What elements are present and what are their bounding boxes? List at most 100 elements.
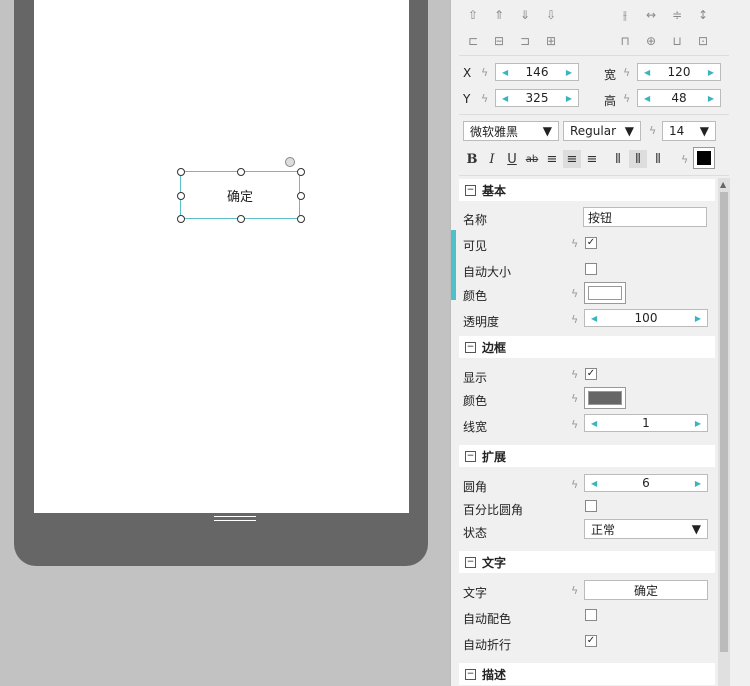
width-equal-icon[interactable]: ↔ bbox=[641, 5, 661, 25]
arrow-up-icon[interactable]: ⇑ bbox=[489, 5, 509, 25]
text-color-swatch[interactable] bbox=[693, 147, 715, 169]
section-text-header[interactable]: − 文字 bbox=[459, 551, 715, 573]
align-middle-icon[interactable]: ⊕ bbox=[641, 31, 661, 51]
move-up-icon[interactable]: ⇧ bbox=[463, 5, 483, 25]
resize-handle[interactable] bbox=[237, 168, 245, 176]
phone-screen[interactable] bbox=[34, 0, 409, 513]
valign-top-icon[interactable]: ⦀ bbox=[609, 150, 627, 168]
align-left-icon[interactable]: ⊏ bbox=[463, 31, 483, 51]
font-weight-select[interactable]: Regular ▼ bbox=[563, 121, 641, 141]
resize-handle[interactable] bbox=[177, 215, 185, 223]
font-size-select[interactable]: 14 ▼ bbox=[662, 121, 716, 141]
canvas-button-widget[interactable]: 确定 bbox=[180, 171, 300, 219]
arrow-left-icon[interactable]: ◀ bbox=[496, 68, 514, 77]
font-family-select[interactable]: 微软雅黑 ▼ bbox=[463, 121, 559, 141]
align-text-right-icon[interactable]: ≡ bbox=[583, 150, 601, 168]
autocolor-checkbox[interactable] bbox=[585, 609, 597, 621]
align-stack-icon[interactable]: ⊡ bbox=[693, 31, 713, 51]
bolt-icon[interactable]: ϟ bbox=[623, 66, 630, 79]
rotate-handle-icon[interactable] bbox=[285, 157, 295, 167]
arrow-left-icon[interactable]: ◀ bbox=[585, 419, 603, 428]
x-spinner[interactable]: ◀ 146 ▶ bbox=[495, 63, 579, 81]
align-center-h-icon[interactable]: ⊟ bbox=[489, 31, 509, 51]
arrow-left-icon[interactable]: ◀ bbox=[638, 68, 656, 77]
arrow-left-icon[interactable]: ◀ bbox=[496, 94, 514, 103]
border-color-swatch[interactable] bbox=[584, 387, 626, 409]
section-basic-header[interactable]: − 基本 bbox=[459, 179, 715, 201]
wrap-checkbox[interactable]: ✓ bbox=[585, 635, 597, 647]
radius-spinner[interactable]: ◀ 6 ▶ bbox=[584, 474, 708, 492]
opacity-spinner[interactable]: ◀ 100 ▶ bbox=[584, 309, 708, 327]
section-extend-header[interactable]: − 扩展 bbox=[459, 445, 715, 467]
bolt-icon[interactable]: ϟ bbox=[481, 92, 488, 105]
bolt-icon[interactable]: ϟ bbox=[649, 124, 656, 137]
arrow-left-icon[interactable]: ◀ bbox=[638, 94, 656, 103]
collapse-icon[interactable]: − bbox=[465, 450, 476, 462]
align-grid-icon[interactable]: ⊞ bbox=[541, 31, 561, 51]
arrow-left-icon[interactable]: ◀ bbox=[585, 479, 603, 488]
y-spinner[interactable]: ◀ 325 ▶ bbox=[495, 89, 579, 107]
autosize-checkbox[interactable] bbox=[585, 263, 597, 275]
distribute-h-icon[interactable]: ⫲ bbox=[615, 5, 635, 25]
align-top-icon[interactable]: ⊓ bbox=[615, 31, 635, 51]
strikethrough-button[interactable]: ab bbox=[523, 150, 541, 168]
distribute-v-icon[interactable]: ≑ bbox=[667, 5, 687, 25]
arrow-right-icon[interactable]: ▶ bbox=[560, 68, 578, 77]
border-width-spinner[interactable]: ◀ 1 ▶ bbox=[584, 414, 708, 432]
state-select[interactable]: 正常 ▼ bbox=[584, 519, 708, 539]
name-field[interactable]: 按钮 bbox=[583, 207, 707, 227]
resize-handle[interactable] bbox=[177, 168, 185, 176]
bold-button[interactable]: B bbox=[463, 150, 481, 168]
move-bottom-icon[interactable]: ⇩ bbox=[541, 5, 561, 25]
collapse-icon[interactable]: − bbox=[465, 556, 476, 568]
bolt-icon[interactable]: ϟ bbox=[571, 478, 578, 491]
scroll-up-icon[interactable]: ▲ bbox=[720, 180, 726, 189]
text-field[interactable]: 确定 bbox=[584, 580, 708, 600]
bolt-icon[interactable]: ϟ bbox=[571, 237, 578, 250]
arrow-right-icon[interactable]: ▶ bbox=[689, 419, 707, 428]
bolt-icon[interactable]: ϟ bbox=[571, 287, 578, 300]
italic-button[interactable]: I bbox=[483, 150, 501, 168]
scrollbar-thumb[interactable] bbox=[720, 192, 728, 652]
resize-handle[interactable] bbox=[177, 192, 185, 200]
panel-scrollbar[interactable]: ▲ bbox=[718, 178, 730, 686]
height-spinner[interactable]: ◀ 48 ▶ bbox=[637, 89, 721, 107]
bolt-icon[interactable]: ϟ bbox=[623, 92, 630, 105]
align-right-icon[interactable]: ⊐ bbox=[515, 31, 535, 51]
align-text-center-icon[interactable]: ≡ bbox=[563, 150, 581, 168]
fill-color-swatch[interactable] bbox=[584, 282, 626, 304]
valign-middle-icon[interactable]: ⦀ bbox=[629, 150, 647, 168]
bolt-icon[interactable]: ϟ bbox=[681, 153, 688, 166]
align-bottom-icon[interactable]: ⊔ bbox=[667, 31, 687, 51]
arrow-right-icon[interactable]: ▶ bbox=[702, 68, 720, 77]
bolt-icon[interactable]: ϟ bbox=[571, 313, 578, 326]
border-show-checkbox[interactable]: ✓ bbox=[585, 368, 597, 380]
collapse-icon[interactable]: − bbox=[465, 184, 476, 196]
resize-handle[interactable] bbox=[297, 215, 305, 223]
bolt-icon[interactable]: ϟ bbox=[571, 418, 578, 431]
arrow-right-icon[interactable]: ▶ bbox=[702, 94, 720, 103]
width-spinner[interactable]: ◀ 120 ▶ bbox=[637, 63, 721, 81]
section-desc-header[interactable]: − 描述 bbox=[459, 663, 715, 685]
arrow-right-icon[interactable]: ▶ bbox=[689, 314, 707, 323]
arrow-down-icon[interactable]: ⇓ bbox=[515, 5, 535, 25]
bolt-icon[interactable]: ϟ bbox=[571, 368, 578, 381]
visible-checkbox[interactable]: ✓ bbox=[585, 237, 597, 249]
resize-handle[interactable] bbox=[297, 192, 305, 200]
bolt-icon[interactable]: ϟ bbox=[571, 584, 578, 597]
arrow-right-icon[interactable]: ▶ bbox=[560, 94, 578, 103]
bolt-icon[interactable]: ϟ bbox=[571, 392, 578, 405]
design-canvas[interactable]: 确定 bbox=[0, 0, 450, 686]
collapse-icon[interactable]: − bbox=[465, 341, 476, 353]
underline-button[interactable]: U bbox=[503, 150, 521, 168]
height-equal-icon[interactable]: ↕ bbox=[693, 5, 713, 25]
arrow-right-icon[interactable]: ▶ bbox=[689, 479, 707, 488]
bolt-icon[interactable]: ϟ bbox=[481, 66, 488, 79]
align-text-left-icon[interactable]: ≡ bbox=[543, 150, 561, 168]
collapse-icon[interactable]: − bbox=[465, 668, 476, 680]
pct-radius-checkbox[interactable] bbox=[585, 500, 597, 512]
arrow-left-icon[interactable]: ◀ bbox=[585, 314, 603, 323]
resize-handle[interactable] bbox=[297, 168, 305, 176]
section-border-header[interactable]: − 边框 bbox=[459, 336, 715, 358]
resize-handle[interactable] bbox=[237, 215, 245, 223]
